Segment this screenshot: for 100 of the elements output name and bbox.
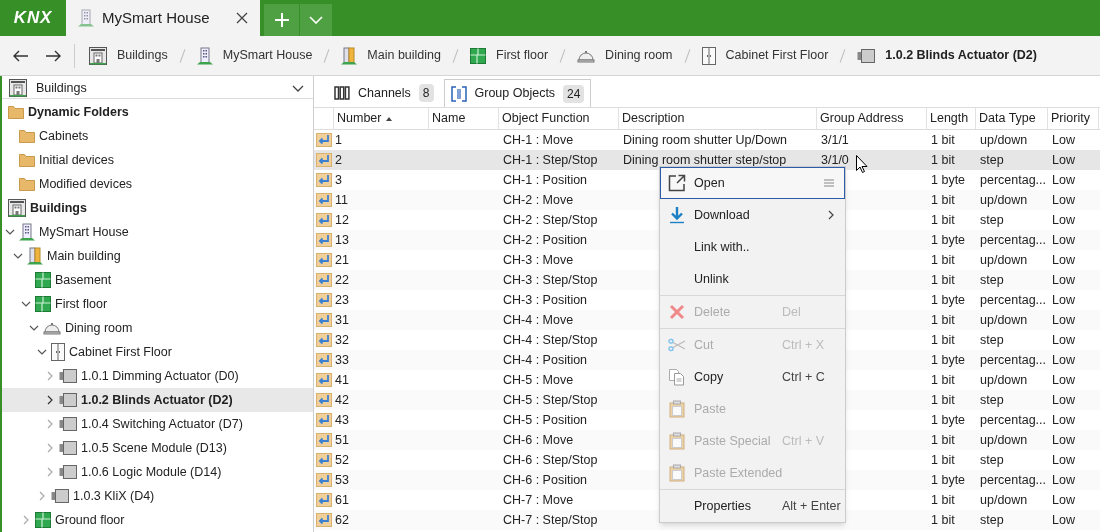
table-cell-text: 42 bbox=[335, 391, 349, 409]
table-cell-text: up/down bbox=[980, 431, 1028, 449]
table-cell-text: Low bbox=[1052, 171, 1075, 189]
table-cell-text: Low bbox=[1052, 251, 1075, 269]
table-cell-text: Low bbox=[1052, 331, 1075, 349]
table-cell-text: 1 bit bbox=[931, 211, 955, 229]
table-cell-text: 32 bbox=[335, 331, 349, 349]
table-cell-text: step bbox=[980, 331, 1004, 349]
table-cell-text: 1 bit bbox=[931, 431, 955, 449]
table-cell-text: up/down bbox=[980, 311, 1028, 329]
table-cell-text: 3 bbox=[335, 171, 342, 189]
table-cell-text: 1 bit bbox=[931, 151, 955, 169]
table-cell-text: CH-1 : Position bbox=[503, 171, 588, 189]
table-cell-text: Low bbox=[1052, 231, 1075, 249]
table-cell-text: 1 byte bbox=[931, 471, 966, 489]
table-cell-text: 1 bit bbox=[931, 511, 955, 529]
table-cell-text: up/down bbox=[980, 491, 1028, 509]
table-cell-text: 1 bit bbox=[931, 271, 955, 289]
table-cell-text: CH-2 : Step/Stop bbox=[503, 211, 598, 229]
table-cell-text: 21 bbox=[335, 251, 349, 269]
table-cell-text: Low bbox=[1052, 491, 1075, 509]
table-cell-text: 22 bbox=[335, 271, 349, 289]
table-cell-text: CH-5 : Step/Stop bbox=[503, 391, 598, 409]
table-cell-text: Low bbox=[1052, 191, 1075, 209]
table-cell-text: Low bbox=[1052, 411, 1075, 429]
table-cell-text: 41 bbox=[335, 371, 349, 389]
table-cell-text: 11 bbox=[335, 191, 348, 209]
table-cell-text: step bbox=[980, 511, 1004, 529]
table-cell-text: CH-1 : Move bbox=[503, 131, 574, 149]
table-cell-text: 33 bbox=[335, 351, 349, 369]
table-cell-text: CH-7 : Step/Stop bbox=[503, 511, 598, 529]
table-cell-text: 1 bit bbox=[931, 451, 955, 469]
table-cell-text: Low bbox=[1052, 431, 1075, 449]
table-cell-text: CH-1 : Step/Stop bbox=[503, 151, 598, 169]
table-cell-text: Low bbox=[1052, 151, 1075, 169]
table-cell-text: 43 bbox=[335, 411, 349, 429]
shortcut-text: Ctrl + C bbox=[782, 368, 825, 386]
table-cell-text: 1 byte bbox=[931, 351, 966, 369]
table-cell-text: Dining room shutter step/stop bbox=[623, 151, 787, 169]
table-cell-text: up/down bbox=[980, 251, 1028, 269]
table-cell-text: Low bbox=[1052, 471, 1075, 489]
table-cell-text: Low bbox=[1052, 291, 1075, 309]
table-cell-text: Low bbox=[1052, 211, 1075, 229]
table-cell-text: CH-5 : Position bbox=[503, 411, 588, 429]
table-cell-text: 1 bit bbox=[931, 311, 955, 329]
table-cell-text: 1 byte bbox=[931, 171, 966, 189]
table-cell-text: 1 byte bbox=[931, 411, 966, 429]
table-cell-text: Low bbox=[1052, 351, 1075, 369]
table-cell-text: 3/1/0 bbox=[821, 151, 849, 169]
table-cell-text: CH-2 : Move bbox=[503, 191, 574, 209]
table-cell-text: percentag... bbox=[980, 171, 1046, 189]
table-cell-text: CH-6 : Move bbox=[503, 431, 574, 449]
table-cell-text: percentag... bbox=[980, 231, 1046, 249]
table-cell-text: 1 byte bbox=[931, 291, 966, 309]
table-cell-text: percentag... bbox=[980, 471, 1046, 489]
table-cell-text: CH-6 : Step/Stop bbox=[503, 451, 598, 469]
table-cell-text: percentag... bbox=[980, 411, 1046, 429]
table-cell-text: 1 bit bbox=[931, 371, 955, 389]
table-cell-text: CH-3 : Move bbox=[503, 251, 574, 269]
table-cell-text: Low bbox=[1052, 371, 1075, 389]
table-cell-text: 13 bbox=[335, 231, 349, 249]
table-cell-text: CH-3 : Step/Stop bbox=[503, 271, 598, 289]
table-cell-text: up/down bbox=[980, 131, 1028, 149]
table-cell-text: Dining room shutter Up/Down bbox=[623, 131, 787, 149]
table-cell-text: 1 bbox=[335, 131, 342, 149]
table-cell-text: step bbox=[980, 391, 1004, 409]
table-cell-text: up/down bbox=[980, 191, 1028, 209]
table-cell-text: CH-7 : Move bbox=[503, 491, 574, 509]
table-cell-text: step bbox=[980, 151, 1004, 169]
table-cell-text: 31 bbox=[335, 311, 349, 329]
table-cell-text: 23 bbox=[335, 291, 349, 309]
table-cell-text: CH-4 : Move bbox=[503, 311, 574, 329]
table-cell-text: 12 bbox=[335, 211, 349, 229]
table-cell-text: CH-4 : Step/Stop bbox=[503, 331, 598, 349]
table-cell-text: 2 bbox=[335, 151, 342, 169]
table-cell-text: CH-6 : Position bbox=[503, 471, 588, 489]
table-cell-text: Low bbox=[1052, 131, 1075, 149]
table-cell-text: 62 bbox=[335, 511, 349, 529]
table-cell-text: Low bbox=[1052, 451, 1075, 469]
table-cell-text: Low bbox=[1052, 511, 1075, 529]
count-badge: 8 bbox=[418, 84, 434, 102]
logo: KNX bbox=[12, 7, 54, 30]
table-cell-text: 1 bit bbox=[931, 191, 955, 209]
table-cell-text: Low bbox=[1052, 311, 1075, 329]
table-cell-text: 53 bbox=[335, 471, 349, 489]
table-cell-text: CH-4 : Position bbox=[503, 351, 588, 369]
table-cell-text: 3/1/1 bbox=[821, 131, 849, 149]
table-cell-text: 1 bit bbox=[931, 251, 955, 269]
table-cell-text: Low bbox=[1052, 391, 1075, 409]
table-cell-text: 51 bbox=[335, 431, 349, 449]
table-cell-text: 1 bit bbox=[931, 131, 955, 149]
table-cell-text: percentag... bbox=[980, 291, 1046, 309]
table-cell-text: 61 bbox=[335, 491, 349, 509]
table-cell-text: CH-2 : Position bbox=[503, 231, 588, 249]
table-cell-text: 1 bit bbox=[931, 491, 955, 509]
table-cell-text: step bbox=[980, 451, 1004, 469]
table-cell-text: step bbox=[980, 271, 1004, 289]
table-cell-text: CH-5 : Move bbox=[503, 371, 574, 389]
table-cell-text: up/down bbox=[980, 371, 1028, 389]
table-cell-text: step bbox=[980, 211, 1004, 229]
